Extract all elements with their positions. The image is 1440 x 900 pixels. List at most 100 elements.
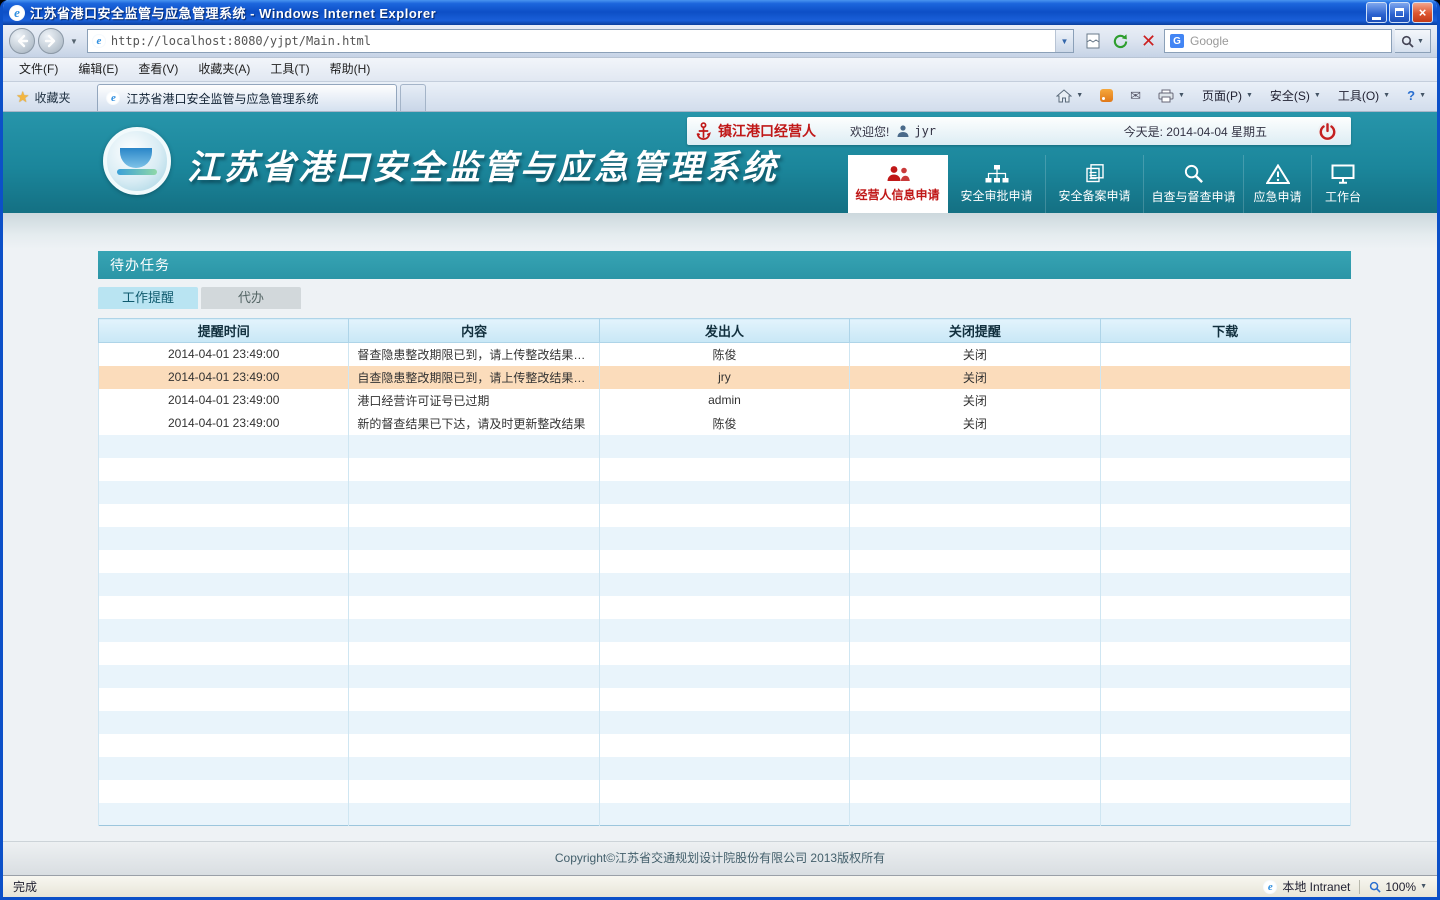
empty-row	[99, 481, 1351, 504]
menu-help[interactable]: 帮助(H)	[320, 58, 381, 81]
zone-label: 本地 Intranet	[1282, 878, 1350, 895]
new-tab-button[interactable]	[400, 84, 426, 111]
close-button[interactable]: ×	[1412, 2, 1433, 23]
page-menu-button[interactable]: 页面(P) ▼	[1195, 84, 1260, 108]
window-title: 江苏省港口安全监管与应急管理系统 - Windows Internet Expl…	[30, 3, 1366, 22]
nav-safety-approval[interactable]: 安全审批申请	[948, 155, 1046, 213]
tab-work-reminder[interactable]: 工作提醒	[98, 287, 198, 309]
back-button[interactable]	[9, 28, 35, 54]
panel-tabs: 工作提醒 代办	[98, 287, 1351, 309]
table-header-row: 提醒时间 内容 发出人 关闭提醒 下载	[99, 319, 1351, 343]
menu-edit[interactable]: 编辑(E)	[68, 58, 128, 81]
page-favicon: e	[92, 34, 106, 48]
feeds-button[interactable]	[1093, 84, 1120, 108]
column-header-sender: 发出人	[599, 319, 849, 343]
empty-row	[99, 435, 1351, 458]
tab-title: 江苏省港口安全监管与应急管理系统	[126, 90, 318, 107]
google-icon: G	[1170, 34, 1184, 48]
back-arrow-icon	[14, 33, 30, 49]
todo-table: 提醒时间 内容 发出人 关闭提醒 下载 2014-04-01 23:49:00督…	[98, 318, 1351, 826]
safety-menu-button[interactable]: 安全(S) ▼	[1263, 84, 1328, 108]
forward-button[interactable]	[38, 28, 64, 54]
print-button[interactable]: ▼	[1151, 84, 1192, 108]
power-icon	[1317, 121, 1338, 142]
chevron-down-icon: ▼	[1417, 38, 1424, 45]
help-button[interactable]: ? ▼	[1400, 84, 1433, 108]
stop-button[interactable]: ✕	[1136, 29, 1161, 54]
maximize-button[interactable]	[1389, 2, 1410, 23]
nav-operator-info[interactable]: 经营人信息申请	[848, 155, 948, 213]
close-reminder-link[interactable]: 关闭	[963, 417, 987, 431]
url-text[interactable]: http://localhost:8080/yjpt/Main.html	[111, 34, 1050, 48]
table-row: 2014-04-01 23:49:00自查隐患整改期限已到，请上传整改结果…jr…	[99, 366, 1351, 389]
empty-row	[99, 711, 1351, 734]
read-mail-button[interactable]: ✉	[1123, 84, 1148, 108]
compatibility-view-button[interactable]	[1080, 29, 1105, 54]
zoom-magnifier-icon	[1369, 881, 1381, 893]
home-button[interactable]: ▼	[1049, 84, 1090, 108]
menu-file[interactable]: 文件(F)	[9, 58, 68, 81]
title-bar[interactable]: e 江苏省港口安全监管与应急管理系统 - Windows Internet Ex…	[3, 0, 1437, 25]
close-reminder-link[interactable]: 关闭	[963, 394, 987, 408]
user-avatar-icon	[896, 124, 910, 138]
intranet-zone-icon: e	[1263, 880, 1277, 894]
table-row: 2014-04-01 23:49:00新的督查结果已下达，请及时更新整改结果陈俊…	[99, 412, 1351, 435]
table-row: 2014-04-01 23:49:00港口经营许可证号已过期admin关闭	[99, 389, 1351, 412]
chevron-down-icon: ▼	[1314, 92, 1321, 99]
warning-triangle-icon	[1266, 164, 1290, 184]
status-bar: 完成 e 本地 Intranet 100% ▼	[3, 875, 1437, 897]
column-header-content: 内容	[349, 319, 599, 343]
minimize-button[interactable]	[1366, 2, 1387, 23]
close-reminder-link[interactable]: 关闭	[963, 371, 987, 385]
close-reminder-link[interactable]: 关闭	[963, 348, 987, 362]
page-viewport: 江苏省港口安全监管与应急管理系统 镇江港口经营人 欢迎您! jyr 今天是:	[3, 112, 1437, 875]
printer-icon	[1158, 89, 1174, 103]
menu-favorites[interactable]: 收藏夹(A)	[188, 58, 260, 81]
search-icon	[1401, 35, 1414, 48]
empty-row	[99, 596, 1351, 619]
search-box[interactable]: G Google	[1164, 29, 1392, 53]
nav-inspection[interactable]: 自查与督查申请	[1144, 155, 1244, 213]
column-header-time: 提醒时间	[99, 319, 349, 343]
welcome-label: 欢迎您!	[850, 123, 889, 140]
document-icon	[1085, 164, 1105, 183]
browser-tab[interactable]: e 江苏省港口安全监管与应急管理系统	[97, 84, 397, 111]
role-badge: 镇江港口经营人	[695, 121, 816, 141]
table-row: 2014-04-01 23:49:00督查隐患整改期限已到，请上传整改结果…陈俊…	[99, 343, 1351, 366]
nav-emergency[interactable]: 应急申请	[1244, 155, 1312, 213]
empty-row	[99, 688, 1351, 711]
user-info-band: 镇江港口经营人 欢迎您! jyr 今天是: 2014-04-04 星期五	[687, 117, 1351, 145]
address-dropdown[interactable]: ▼	[1055, 30, 1073, 52]
panel-title: 待办任务	[98, 251, 1351, 279]
nav-workbench[interactable]: 工作台	[1312, 155, 1374, 213]
refresh-button[interactable]	[1108, 29, 1133, 54]
ie-icon: e	[9, 5, 25, 21]
site-header: 江苏省港口安全监管与应急管理系统 镇江港口经营人 欢迎您! jyr 今天是:	[3, 112, 1437, 213]
favorites-button[interactable]: ★ 收藏夹	[7, 85, 79, 109]
status-text: 完成	[13, 878, 37, 895]
zoom-control[interactable]: 100% ▼	[1369, 880, 1427, 894]
anchor-icon	[695, 122, 712, 141]
star-icon: ★	[16, 88, 29, 106]
chevron-down-icon: ▼	[1076, 92, 1083, 99]
empty-row	[99, 458, 1351, 481]
page-body: 待办任务 工作提醒 代办 提醒时间 内容 发出人 关闭提醒 下载	[3, 213, 1437, 841]
help-icon: ?	[1407, 88, 1415, 103]
recent-pages-dropdown[interactable]: ▼	[67, 37, 81, 46]
chevron-down-icon: ▼	[1246, 92, 1253, 99]
command-bar: ▼ ✉ ▼ 页面(P) ▼ 安全(S) ▼ 工具(O) ▼ ? ▼	[1049, 82, 1433, 111]
search-input[interactable]: Google	[1190, 34, 1386, 48]
menu-view[interactable]: 查看(V)	[128, 58, 188, 81]
divider	[1359, 880, 1360, 894]
nav-safety-record[interactable]: 安全备案申请	[1046, 155, 1144, 213]
search-button[interactable]: ▼	[1395, 29, 1431, 53]
site-title: 江苏省港口安全监管与应急管理系统	[187, 140, 779, 189]
empty-row	[99, 573, 1351, 596]
tab-delegate[interactable]: 代办	[201, 287, 301, 309]
address-bar[interactable]: e http://localhost:8080/yjpt/Main.html ▼	[87, 29, 1074, 53]
menu-tools[interactable]: 工具(T)	[260, 58, 319, 81]
tools-menu-button[interactable]: 工具(O) ▼	[1331, 84, 1397, 108]
logout-button[interactable]	[1315, 119, 1339, 143]
role-badge-label: 镇江港口经营人	[718, 121, 816, 141]
site-logo	[103, 127, 171, 195]
